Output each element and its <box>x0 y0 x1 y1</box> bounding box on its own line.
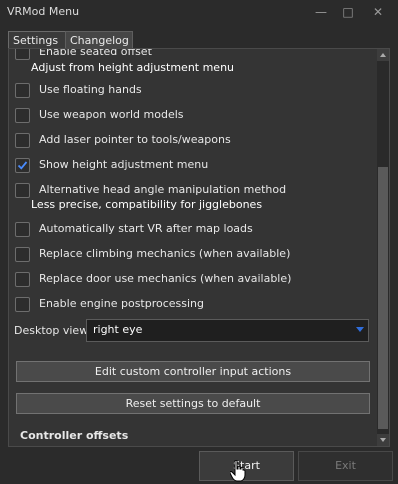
checkbox[interactable] <box>15 49 30 60</box>
checkbox[interactable] <box>15 247 30 262</box>
arrow-down-icon <box>380 438 386 442</box>
desktop-view-dropdown[interactable]: right eye <box>86 319 369 342</box>
checkbox-label: Use weapon world models <box>39 108 184 121</box>
hand-cursor-icon <box>230 460 246 482</box>
checkbox-label: Alternative head angle manipulation meth… <box>39 183 287 196</box>
close-icon[interactable]: ✕ <box>368 3 388 21</box>
checkbox[interactable] <box>15 83 30 98</box>
settings-panel: Enable seated offset Adjust from height … <box>8 48 390 447</box>
maximize-icon[interactable]: □ <box>338 3 358 21</box>
start-button[interactable]: Start <box>199 451 294 481</box>
section-heading-controller-offsets: Controller offsets <box>20 429 129 442</box>
edit-controller-actions-button[interactable]: Edit custom controller input actions <box>16 361 370 382</box>
checkbox-sublabel: Adjust from height adjustment menu <box>31 61 235 74</box>
vertical-scrollbar[interactable] <box>377 49 389 446</box>
checkbox-label: Add laser pointer to tools/weapons <box>39 133 231 146</box>
scrollbar-thumb[interactable] <box>378 167 388 429</box>
checkbox[interactable] <box>15 222 30 237</box>
checkbox-label: Automatically start VR after map loads <box>39 222 253 235</box>
checkbox-label: Show height adjustment menu <box>39 158 209 171</box>
reset-settings-button[interactable]: Reset settings to default <box>16 393 370 414</box>
checkbox-label: Enable seated offset <box>39 48 152 58</box>
checkbox[interactable] <box>15 297 30 312</box>
checkbox-label: Enable engine postprocessing <box>39 297 205 310</box>
checkbox-label: Replace door use mechanics (when availab… <box>39 272 292 285</box>
minimize-icon[interactable]: — <box>311 3 331 21</box>
checkbox-label: Use floating hands <box>39 83 142 96</box>
dropdown-value: right eye <box>93 323 143 336</box>
checkbox[interactable] <box>15 133 30 148</box>
title-bar: VRMod Menu — □ ✕ <box>0 0 398 26</box>
checkmark-icon <box>17 161 28 170</box>
tab-settings[interactable]: Settings <box>8 31 70 49</box>
scroll-up-button[interactable] <box>377 49 389 61</box>
checkbox[interactable] <box>15 272 30 287</box>
checkbox-sublabel: Less precise, compatibility for jigglebo… <box>31 198 263 211</box>
checkbox-label: Replace climbing mechanics (when availab… <box>39 247 291 260</box>
chevron-down-icon <box>356 327 364 332</box>
exit-button[interactable]: Exit <box>298 451 393 481</box>
checkbox[interactable] <box>15 183 30 198</box>
desktop-view-label: Desktop view: <box>14 324 92 337</box>
arrow-up-icon <box>380 53 386 57</box>
checkbox[interactable] <box>15 108 30 123</box>
window-title: VRMod Menu <box>7 5 80 18</box>
scroll-down-button[interactable] <box>377 434 389 446</box>
checkbox-checked[interactable] <box>15 158 30 173</box>
